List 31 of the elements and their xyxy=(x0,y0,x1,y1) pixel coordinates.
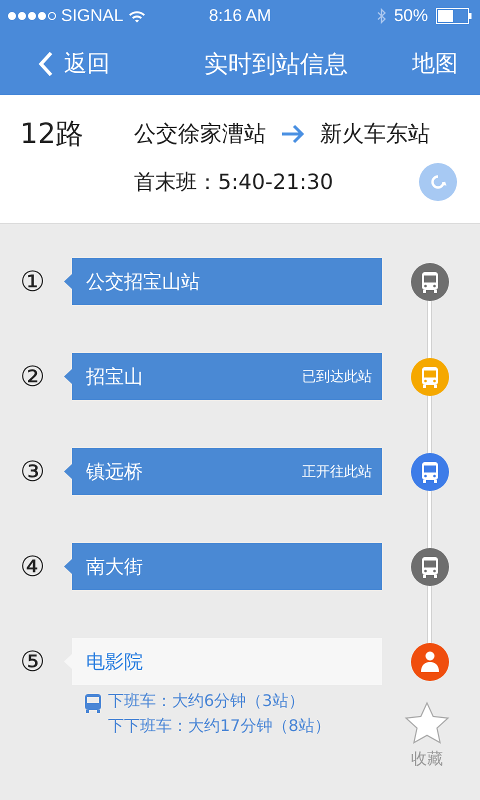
stop-number: ③ xyxy=(19,455,46,488)
clock-time: 8:16 AM xyxy=(208,6,272,26)
arrival-estimate: 下班车：大约6分钟（3站） xyxy=(108,691,306,712)
arrival-estimate: 下下班车：大约17分钟（8站） xyxy=(108,716,331,737)
wifi-icon xyxy=(128,10,146,22)
destination-stop: 新火车东站 xyxy=(320,121,430,149)
chevron-left-icon xyxy=(38,50,54,76)
page-title: 实时到站信息 xyxy=(204,48,348,80)
carrier-text: SIGNAL xyxy=(61,6,124,26)
stop-card[interactable]: 电影院 xyxy=(64,638,382,685)
origin-stop: 公交徐家漕站 xyxy=(134,121,266,149)
stop-number: ① xyxy=(19,265,46,298)
battery-percent: 50% xyxy=(394,6,428,26)
stop-card[interactable]: 南大街 xyxy=(64,543,382,590)
bus-icon xyxy=(84,693,102,714)
stop-card[interactable]: 招宝山 已到达此站 xyxy=(64,353,382,400)
refresh-icon xyxy=(429,173,447,191)
stop-card[interactable]: 公交招宝山站 xyxy=(64,258,382,305)
refresh-button[interactable] xyxy=(419,163,457,201)
stop-number: ② xyxy=(19,360,46,393)
signal-strength-icon xyxy=(8,12,56,20)
map-button[interactable]: 地图 xyxy=(412,48,458,79)
route-number: 12路 xyxy=(20,116,85,152)
stop-number: ④ xyxy=(19,550,46,583)
service-hours: 首末班：5:40-21:30 xyxy=(134,169,334,196)
stop-card[interactable]: 镇远桥 正开往此站 xyxy=(64,448,382,495)
battery-icon xyxy=(436,8,472,24)
stop-number: ⑤ xyxy=(19,645,46,678)
arrow-right-icon xyxy=(280,124,306,144)
bluetooth-icon xyxy=(376,8,386,24)
back-button[interactable]: 返回 xyxy=(38,48,110,79)
